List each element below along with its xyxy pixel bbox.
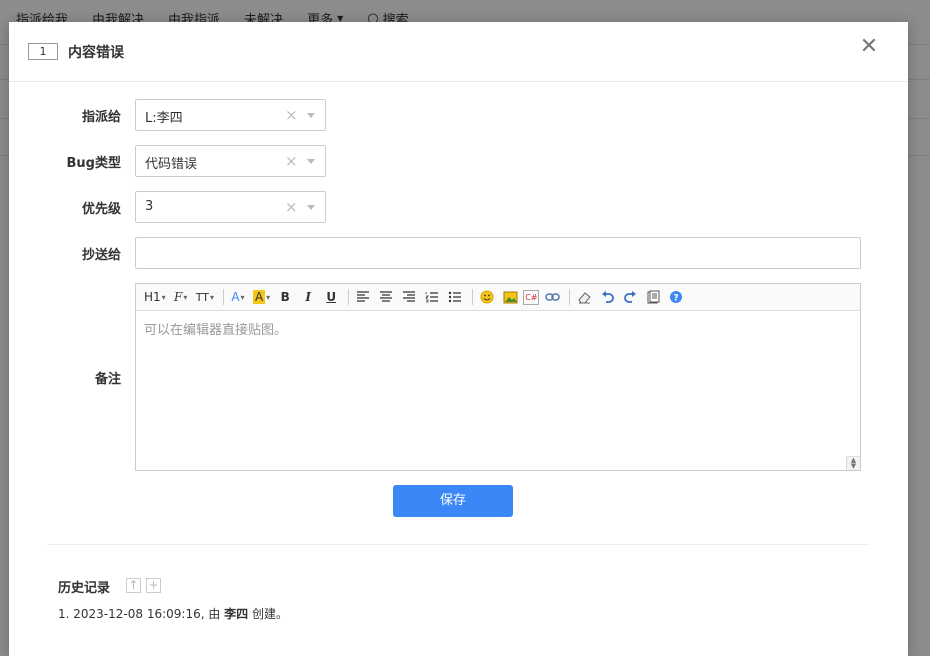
modal-title: 内容错误 xyxy=(68,45,124,61)
expand-plus-icon[interactable]: + xyxy=(146,578,161,593)
redo-icon[interactable] xyxy=(620,287,640,307)
priority-value: 3 xyxy=(145,199,154,214)
eraser-icon[interactable] xyxy=(574,287,594,307)
unordered-list-icon[interactable] xyxy=(445,287,465,307)
emoji-icon[interactable] xyxy=(477,287,497,307)
clear-icon[interactable]: × xyxy=(285,152,298,170)
section-divider xyxy=(47,544,869,545)
editor-toolbar: H1 ▾ F ▾ TT ▾ A ▾ A ▾ B I U C# ? xyxy=(136,284,860,311)
toolbar-divider xyxy=(569,289,571,305)
bug-id-badge: 1 xyxy=(28,43,58,60)
undo-icon[interactable] xyxy=(597,287,617,307)
priority-select[interactable]: 3 × xyxy=(135,191,326,223)
bold-button[interactable]: B xyxy=(275,287,295,307)
collapse-up-icon[interactable]: ↑ xyxy=(126,578,141,593)
priority-label: 优先级 xyxy=(81,202,121,217)
resize-handle[interactable]: ▲ ▼ xyxy=(846,456,860,470)
align-center-icon[interactable] xyxy=(376,287,396,307)
toolbar-divider xyxy=(222,289,224,305)
editor-placeholder: 可以在编辑器直接贴图。 xyxy=(144,323,288,338)
history-user: 李四 xyxy=(224,607,249,621)
svg-text:?: ? xyxy=(674,294,679,304)
history-entry: 1. 2023-12-08 16:09:16, 由 李四 创建。 xyxy=(58,607,288,621)
note-label: 备注 xyxy=(94,372,121,387)
chevron-down-icon: ▾ xyxy=(266,292,271,302)
bug-type-value: 代码错误 xyxy=(145,157,198,172)
clear-icon[interactable]: × xyxy=(285,198,298,216)
ordered-list-icon[interactable] xyxy=(422,287,442,307)
bug-type-label: Bug类型 xyxy=(66,156,121,171)
chevron-down-icon: ▾ xyxy=(183,292,188,302)
cc-label: 抄送给 xyxy=(81,248,121,263)
heading-button[interactable]: H1 ▾ xyxy=(142,287,168,307)
chevron-down-icon: ▾ xyxy=(209,292,214,302)
code-icon[interactable]: C# xyxy=(523,289,540,305)
modal-header: 1 内容错误 ✕ xyxy=(9,22,908,82)
align-right-icon[interactable] xyxy=(399,287,419,307)
underline-button[interactable]: U xyxy=(321,287,341,307)
help-icon[interactable]: ? xyxy=(666,287,686,307)
align-left-icon[interactable] xyxy=(353,287,373,307)
chevron-down-icon: ▾ xyxy=(240,292,245,302)
cc-input[interactable] xyxy=(135,237,861,269)
font-size-button[interactable]: TT ▾ xyxy=(194,287,216,307)
italic-button[interactable]: I xyxy=(298,287,318,307)
font-color-button[interactable]: A ▾ xyxy=(228,287,248,307)
chevron-down-icon: ▾ xyxy=(161,292,166,302)
save-button[interactable]: 保存 xyxy=(393,485,513,517)
chevron-down-icon xyxy=(307,205,315,210)
link-icon[interactable] xyxy=(542,287,562,307)
background-color-button[interactable]: A ▾ xyxy=(251,287,272,307)
assignee-value: L:李四 xyxy=(145,111,183,126)
toolbar-divider xyxy=(348,289,350,305)
chevron-down-icon xyxy=(307,113,315,118)
note-editor[interactable]: H1 ▾ F ▾ TT ▾ A ▾ A ▾ B I U C# ? 可以在编辑器直… xyxy=(135,283,861,471)
assignee-label: 指派给 xyxy=(81,110,121,125)
chevron-down-icon xyxy=(307,159,315,164)
paste-icon[interactable] xyxy=(643,287,663,307)
bug-type-select[interactable]: 代码错误 × xyxy=(135,145,326,177)
history-title: 历史记录 xyxy=(58,581,111,596)
toolbar-divider xyxy=(472,289,474,305)
image-icon[interactable] xyxy=(500,287,520,307)
bug-assign-dialog: 1 内容错误 ✕ 指派给 L:李四 × Bug类型 代码错误 × 优先级 3 ×… xyxy=(9,22,908,656)
font-family-button[interactable]: F ▾ xyxy=(171,287,191,307)
assignee-select[interactable]: L:李四 × xyxy=(135,99,326,131)
clear-icon[interactable]: × xyxy=(285,106,298,124)
close-button[interactable]: ✕ xyxy=(859,36,879,58)
